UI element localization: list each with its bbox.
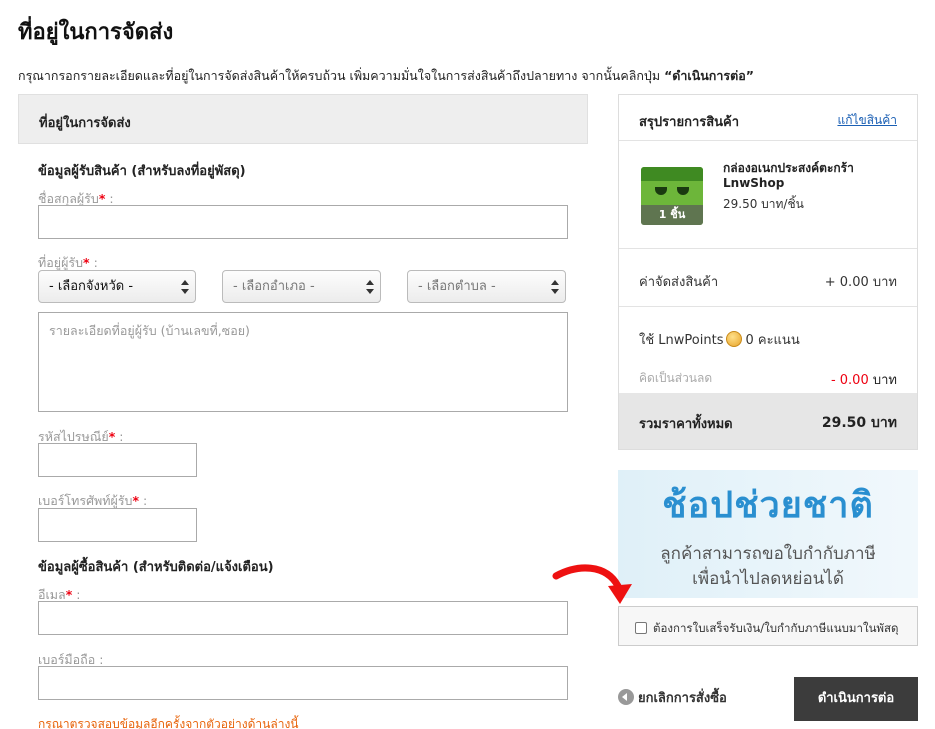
lnwpoints-coin-icon	[726, 331, 743, 347]
form-header-title: ที่อยู่ในการจัดส่ง	[39, 116, 131, 131]
description-button-ref: “ดำเนินการต่อ”	[664, 68, 754, 83]
select-arrows-icon	[181, 280, 189, 294]
summary-title: สรุปรายการสินค้า	[639, 115, 740, 130]
district-select[interactable]: - เลือกอำเภอ -	[222, 270, 381, 303]
shipping-value: + 0.00 บาท	[824, 275, 897, 290]
subdistrict-select[interactable]: - เลือกตำบล -	[407, 270, 566, 303]
province-select[interactable]: - เลือกจังหวัด -	[38, 270, 196, 303]
name-input[interactable]	[38, 205, 568, 239]
product-row: 1 ชิ้น กล่องอเนกประสงค์ตะกร้า LnwShop 29…	[619, 141, 917, 249]
address-detail-textarea[interactable]: รายละเอียดที่อยู่ผู้รับ (บ้านเลขที่,ซอย)	[38, 312, 568, 412]
product-qty-badge: 1 ชิ้น	[641, 205, 703, 225]
check-hint: กรุณาตรวจสอบข้อมูลอีกครั้งจากตัวอย่างด้า…	[38, 717, 299, 729]
points-row: ใช้ LnwPoints 0 คะแนน คิดเป็นส่วนลด - 0.0…	[619, 307, 917, 393]
banner-line-2: เพื่อนำไปลดหย่อนได้	[692, 569, 844, 589]
box-lid	[641, 167, 703, 181]
cancel-order-link[interactable]: ยกเลิกการสั่งซื้อ	[618, 687, 727, 708]
invoice-checkbox[interactable]	[635, 622, 647, 634]
shipping-form-header: ที่อยู่ในการจัดส่ง	[18, 94, 588, 144]
mobile-input[interactable]	[38, 666, 568, 700]
total-value: 29.50 บาท	[821, 415, 897, 431]
shipping-label: ค่าจัดส่งสินค้า	[639, 275, 719, 290]
select-arrows-icon	[551, 280, 559, 294]
page-description: กรุณากรอกรายละเอียดและที่อยู่ในการจัดส่ง…	[18, 66, 754, 86]
description-text: กรุณากรอกรายละเอียดและที่อยู่ในการจัดส่ง…	[18, 68, 665, 83]
total-row: รวมราคาทั้งหมด 29.50 บาท	[619, 393, 917, 449]
invoice-checkbox-row[interactable]: ต้องการใบเสร็จรับเงิน/ใบกำกับภาษีแนบมาใน…	[618, 606, 918, 646]
total-label: รวมราคาทั้งหมด	[639, 417, 733, 432]
order-summary-panel: สรุปรายการสินค้า แก้ไขสินค้า 1 ชิ้น กล่อ…	[618, 94, 918, 450]
product-thumbnail[interactable]: 1 ชิ้น	[641, 167, 703, 225]
back-arrow-icon	[618, 689, 634, 705]
edit-products-link[interactable]: แก้ไขสินค้า	[837, 111, 897, 130]
select-arrows-icon	[366, 280, 374, 294]
buyer-section-title: ข้อมูลผู้ซื้อสินค้า (สำหรับติดต่อ/แจ้งเต…	[38, 560, 274, 575]
banner-line-1: ลูกค้าสามารถขอใบกำกับภาษี	[660, 544, 876, 564]
recipient-section-title: ข้อมูลผู้รับสินค้า (สำหรับลงที่อยู่พัสดุ…	[38, 164, 246, 179]
banner-headline: ช้อปช่วยชาติ	[662, 485, 874, 526]
page-title: ที่อยู่ในการจัดส่ง	[18, 20, 174, 45]
continue-button[interactable]: ดำเนินการต่อ	[794, 677, 918, 721]
discount-value: - 0.00 บาท	[830, 373, 897, 388]
red-curved-arrow-icon	[552, 564, 632, 604]
points-text: ใช้ LnwPoints 0 คะแนน	[639, 331, 800, 348]
phone-input[interactable]	[38, 508, 197, 542]
email-input[interactable]	[38, 601, 568, 635]
box-eye-left	[655, 187, 667, 195]
summary-header: สรุปรายการสินค้า แก้ไขสินค้า	[619, 95, 917, 141]
product-name[interactable]: กล่องอเนกประสงค์ตะกร้า LnwShop	[723, 161, 903, 191]
discount-label: คิดเป็นส่วนลด	[639, 371, 713, 385]
product-price: 29.50 บาท/ชิ้น	[723, 197, 804, 211]
shop-help-nation-banner: ช้อปช่วยชาติ ลูกค้าสามารถขอใบกำกับภาษี เ…	[618, 470, 918, 598]
shipping-row: ค่าจัดส่งสินค้า + 0.00 บาท	[619, 249, 917, 307]
box-eye-right	[677, 187, 689, 195]
postcode-input[interactable]	[38, 443, 197, 477]
invoice-checkbox-label[interactable]: ต้องการใบเสร็จรับเงิน/ใบกำกับภาษีแนบมาใน…	[653, 620, 899, 638]
